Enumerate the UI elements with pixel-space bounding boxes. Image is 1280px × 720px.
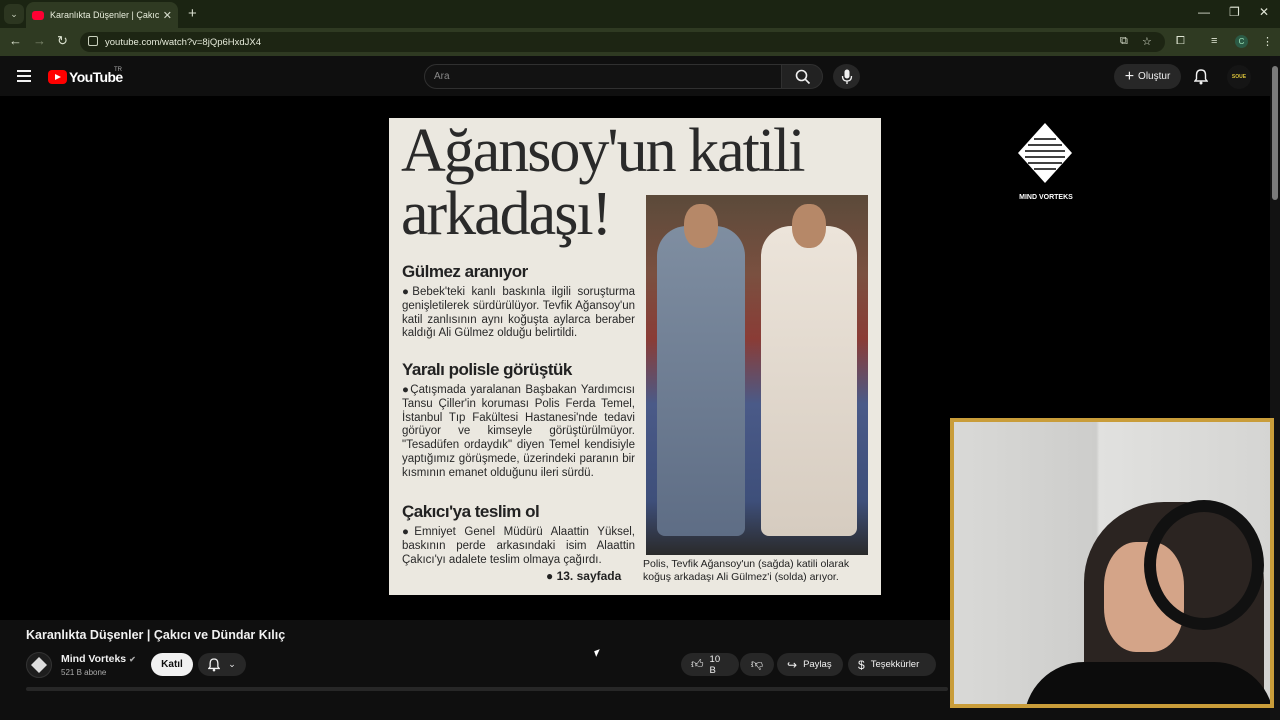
hamburger-menu-icon[interactable] [17,70,31,82]
bookmark-star-icon[interactable]: ☆ [1142,35,1152,48]
photo-head-left [684,204,718,248]
channel-logo-icon [31,657,47,673]
section1-title: Gülmez aranıyor [402,262,528,281]
channel-avatar[interactable] [26,652,52,678]
page-reference: ● 13. sayfada [546,569,622,583]
new-tab-button[interactable]: + [188,5,197,22]
country-code: TR [114,67,122,73]
create-button[interactable]: + Oluştur [1114,64,1181,89]
streamer-shirt [1024,662,1270,704]
media-control-icon[interactable]: ≡ [1211,35,1217,47]
bell-icon [1193,69,1209,85]
section1-text: ●Bebek'teki kanlı baskınla ilgili soruşt… [402,286,635,340]
join-button[interactable]: Katıl [151,653,193,676]
plus-icon: + [1124,67,1135,85]
section3-title: Çakıcı'ya teslim ol [402,502,540,521]
description-box-edge [26,687,948,691]
watermark-text: MIND VORTEKS [1019,194,1073,201]
subscriber-count: 521 B abone [61,668,107,677]
minimize-icon[interactable]: — [1198,5,1210,19]
browser-menu-icon[interactable]: ⋮ [1262,35,1273,48]
bell-icon [208,657,221,671]
extensions-icon[interactable]: ⧠ [1176,35,1185,48]
thumbs-down-icon: 👎︎ [750,657,764,671]
mind-vorteks-logo-icon [1018,123,1072,183]
youtube-favicon-icon [32,10,44,20]
voice-search-button[interactable] [833,64,860,89]
cast-icon[interactable]: ⧉ [1120,35,1128,48]
headphones-icon [1144,500,1264,630]
subscription-bell-button[interactable]: ⌄ [198,653,246,676]
thanks-button[interactable]: $ Teşekkürler [848,653,936,676]
restore-icon[interactable]: ❐ [1229,5,1240,19]
scrollbar-thumb[interactable] [1272,66,1278,200]
tab-close-icon[interactable]: ✕ [163,9,172,22]
mouse-cursor-icon [594,649,602,657]
tab-search-button[interactable]: ⌄ [4,4,24,24]
search-input[interactable] [424,64,782,89]
search-placeholder: Ara [434,71,450,82]
share-icon: ↪ [787,657,798,672]
url-text[interactable]: youtube.com/watch?v=8jQp6HxdJX4 [105,37,261,48]
photo-man-left [657,226,745,536]
create-label: Oluştur [1138,71,1171,82]
youtube-play-icon [48,70,67,84]
share-label: Paylaş [803,659,832,670]
forward-icon[interactable]: → [33,33,46,48]
section2-title: Yaralı polisle görüştük [402,360,572,379]
video-title: Karanlıkta Düşenler | Çakıcı ve Dündar K… [26,628,286,642]
thumbs-up-icon: 👍︎ [691,657,704,671]
like-count: 10 B [709,653,721,676]
back-icon[interactable]: ← [9,33,22,48]
chevron-down-icon: ⌄ [228,659,236,669]
photo-man-right [761,226,857,536]
browser-tab[interactable]: Karanlıkta Düşenler | Çakıcı ve Dündar K… [26,2,178,28]
account-avatar[interactable]: SOUE [1227,65,1251,89]
search-button[interactable] [781,64,823,89]
reload-icon[interactable]: ↻ [57,33,68,49]
tab-title: Karanlıkta Düşenler | Çakıcı ve Dündar K… [50,10,159,20]
verified-icon: ✔ [129,655,136,664]
newspaper-clipping: Ağansoy'un katili arkadaşı! Gülmez aranı… [389,118,881,595]
webcam-feed [954,422,1270,704]
share-button[interactable]: ↪ Paylaş [777,653,843,676]
dislike-button[interactable]: 👎︎ [740,653,774,676]
thanks-label: Teşekkürler [870,659,920,670]
youtube-logo[interactable]: YouTube [48,69,123,85]
microphone-icon [841,69,853,84]
close-window-icon[interactable]: ✕ [1259,5,1269,19]
notifications-button[interactable] [1193,69,1209,90]
thanks-icon: $ [858,657,865,672]
search-icon [795,69,811,85]
profile-avatar[interactable]: C [1235,35,1248,48]
photo-caption: Polis, Tevfik Ağansoy'un (sağda) katili … [643,558,850,583]
section2-text: ●Çatışmada yaralanan Başbakan Yardımcısı… [402,384,635,479]
photo-head-right [792,204,826,248]
like-button[interactable]: 👍︎ 10 B [681,653,739,676]
site-info-icon[interactable] [88,36,98,46]
webcam-overlay [950,418,1274,708]
channel-name-text: Mind Vorteks [61,653,127,665]
channel-name[interactable]: Mind Vorteks ✔ [61,653,136,665]
section3-text: ●Emniyet Genel Müdürü Alaattin Yüksel, b… [402,526,635,566]
